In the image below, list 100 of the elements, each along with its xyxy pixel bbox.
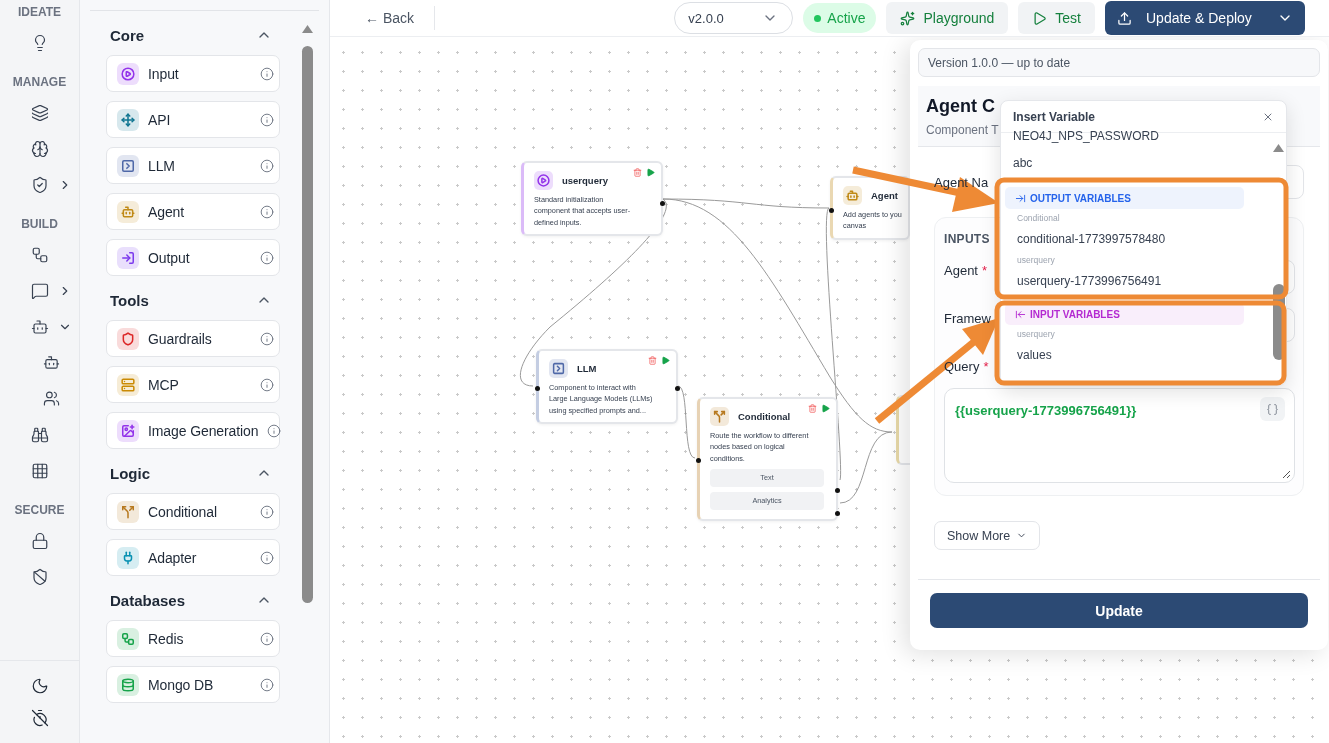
nav-icon[interactable] <box>30 462 49 480</box>
node-title: LLM <box>577 363 597 374</box>
component-item[interactable]: MCP <box>106 366 280 403</box>
users-icon[interactable] <box>42 390 61 408</box>
scroll-up-icon[interactable] <box>1273 144 1284 152</box>
nav-section-label: IDEATE <box>16 4 63 21</box>
component-label: Guardrails <box>148 330 213 347</box>
nav-icon[interactable] <box>30 426 49 444</box>
arrow-left-from-line-icon <box>1015 308 1026 320</box>
test-button[interactable]: Test <box>1018 2 1095 34</box>
component-label: LLM <box>148 157 176 174</box>
group-label: userquery <box>1017 330 1055 340</box>
node-title: userquery <box>562 175 608 186</box>
component-label: Output <box>148 249 191 266</box>
info-icon[interactable] <box>260 66 274 81</box>
info-icon[interactable] <box>260 204 274 219</box>
component-item[interactable]: Image Generation <box>106 412 280 449</box>
component-item[interactable]: Agent <box>106 193 280 230</box>
arrow-right-to-line-icon <box>1015 192 1026 204</box>
deploy-button[interactable]: Update & Deploy <box>1105 1 1305 35</box>
play-icon[interactable] <box>646 168 655 177</box>
popup-title: Insert Variable <box>1013 109 1096 124</box>
section-title: Core <box>110 26 145 44</box>
component-label: Mongo DB <box>148 676 215 693</box>
output-port[interactable] <box>835 511 840 516</box>
trash-icon[interactable] <box>808 404 817 413</box>
upload-icon[interactable] <box>1117 10 1132 26</box>
trash-icon[interactable] <box>648 356 657 365</box>
nav-icon[interactable] <box>30 140 49 158</box>
component-item[interactable]: Adapter <box>106 539 280 576</box>
info-icon[interactable] <box>260 331 274 346</box>
component-item[interactable]: LLM <box>106 147 280 184</box>
component-label: Input <box>148 65 180 82</box>
info-icon[interactable] <box>260 377 274 392</box>
variable-option[interactable]: userquery-1773996756491 <box>1017 275 1162 289</box>
required-mark: * <box>982 262 988 278</box>
moon-icon[interactable] <box>30 677 49 695</box>
resize-icon[interactable] <box>1282 470 1291 479</box>
component-item[interactable]: Input <box>106 55 280 92</box>
play-icon[interactable] <box>1032 10 1048 26</box>
node-title: Conditional <box>738 411 791 422</box>
robot-icon[interactable] <box>42 354 61 372</box>
component-label: Adapter <box>148 549 198 566</box>
sparkles-icon[interactable] <box>900 10 916 26</box>
component-label: Redis <box>148 630 185 647</box>
component-item[interactable]: Redis <box>106 620 280 657</box>
panel-title: Agent C <box>926 96 995 117</box>
nav-icon[interactable] <box>30 318 49 336</box>
nav-section-label: BUILD <box>20 216 59 233</box>
input-port[interactable] <box>696 458 701 463</box>
output-port[interactable] <box>660 201 665 206</box>
version-note: Version 1.0.0 — up to date <box>918 48 1320 77</box>
input-port[interactable] <box>829 208 834 213</box>
version-select[interactable]: v2.0.0 <box>674 2 794 34</box>
panel-subtitle: Component T <box>926 123 999 137</box>
component-item[interactable]: Guardrails <box>106 320 280 357</box>
show-more-button[interactable]: Show More <box>934 521 1041 550</box>
variable-option[interactable]: conditional-1773997578480 <box>1017 233 1166 247</box>
component-item[interactable]: Output <box>106 239 280 276</box>
group-label: userquery <box>1017 256 1055 266</box>
variable-option[interactable]: values <box>1017 349 1052 363</box>
nav-icon[interactable] <box>30 532 49 550</box>
field-label: Query <box>944 358 980 374</box>
trash-icon[interactable] <box>633 168 642 177</box>
input-port[interactable] <box>535 386 540 391</box>
section-heading: INPUTS <box>944 232 990 246</box>
timer-off-icon[interactable] <box>30 709 49 727</box>
variable-option[interactable]: NEO4J_NPS_PASSWORD <box>1013 129 1159 144</box>
component-item[interactable]: Conditional <box>106 493 280 530</box>
nav-icon[interactable] <box>30 246 49 264</box>
component-item[interactable]: API <box>106 101 280 138</box>
back-link[interactable]: ← Back <box>365 10 414 26</box>
info-icon[interactable] <box>260 112 274 127</box>
header-label: OUTPUT VARIABLES <box>1030 192 1131 204</box>
nav-icon[interactable] <box>30 568 49 586</box>
field-label: Framew <box>944 310 991 326</box>
info-icon[interactable] <box>260 631 274 646</box>
component-item[interactable]: Mongo DB <box>106 666 280 703</box>
scroll-up-icon[interactable] <box>302 25 313 33</box>
info-icon[interactable] <box>267 423 282 438</box>
component-label: Image Generation <box>148 422 259 439</box>
variable-option[interactable]: abc <box>1013 156 1033 171</box>
output-port[interactable] <box>835 488 840 493</box>
required-mark: * <box>983 358 989 374</box>
nav-icon[interactable] <box>30 282 49 300</box>
nav-icon[interactable] <box>30 176 49 194</box>
play-icon[interactable] <box>821 404 830 413</box>
nav-icon[interactable] <box>30 104 49 122</box>
info-icon[interactable] <box>260 677 274 692</box>
output-port[interactable] <box>675 386 680 391</box>
info-icon[interactable] <box>260 504 274 519</box>
scrollbar-thumb[interactable] <box>302 46 313 603</box>
playground-button[interactable]: Playground <box>886 2 1009 34</box>
nav-section-label: MANAGE <box>11 74 68 91</box>
play-icon[interactable] <box>661 356 670 365</box>
update-button[interactable]: Update <box>930 593 1308 628</box>
header-label: INPUT VARIABLES <box>1030 308 1120 320</box>
info-icon[interactable] <box>260 250 274 265</box>
info-icon[interactable] <box>260 550 274 565</box>
info-icon[interactable] <box>260 158 274 173</box>
